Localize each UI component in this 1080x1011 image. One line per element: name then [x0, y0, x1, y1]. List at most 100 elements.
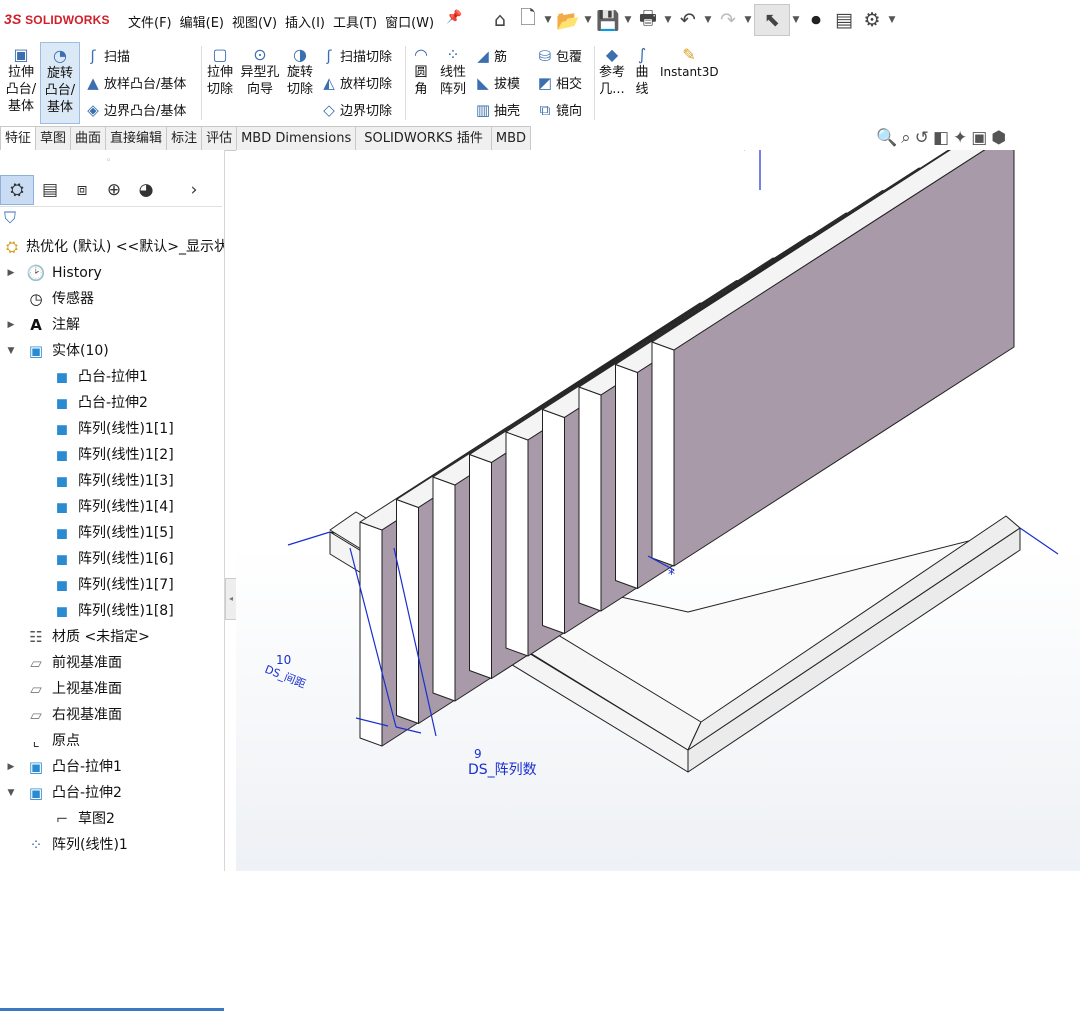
dimension-count-value[interactable]: 9 [474, 747, 482, 761]
undo-icon[interactable]: ↶ [674, 4, 702, 36]
tree-item-body[interactable]: ◼ 阵列(线性)1[6] [0, 546, 224, 572]
rib-button[interactable]: ◢ 筋 [472, 46, 507, 66]
tab-features[interactable]: 特征 [0, 126, 37, 151]
revolve-cut-button[interactable]: ◑ 旋转 切除 [284, 46, 316, 98]
dynamic-annotation-icon[interactable]: ✦ [953, 128, 967, 148]
expand-arrow-icon[interactable]: ▶ [6, 260, 16, 286]
fillet-button[interactable]: ◠ 圆 角 [408, 46, 434, 98]
expand-arrow-icon[interactable]: ▶ [6, 312, 16, 338]
swept-cut-button[interactable]: ʃ 扫描切除 [318, 46, 392, 66]
previous-view-icon[interactable]: ↺ [915, 128, 929, 148]
draft-button[interactable]: ◣ 拔模 [472, 73, 520, 93]
tab-evaluate[interactable]: 评估 [202, 126, 238, 151]
zoom-area-icon[interactable]: ⌕ [901, 128, 911, 148]
tree-item-front-plane[interactable]: ▱ 前视基准面 [0, 650, 224, 676]
fin-edge-face[interactable] [578, 386, 602, 612]
tree-item-body[interactable]: ◼ 阵列(线性)1[1] [0, 416, 224, 442]
tree-root[interactable]: ⛭ 热优化 (默认) <<默认>_显示状 [0, 234, 224, 260]
tree-item-boss-extrude2[interactable]: ▼ ▣ 凸台-拉伸2 [0, 780, 224, 806]
fin-edge-face[interactable] [469, 454, 492, 679]
tree-item-body[interactable]: ◼ 凸台-拉伸1 [0, 364, 224, 390]
expand-arrow-icon[interactable]: ▶ [6, 754, 16, 780]
boundary-cut-button[interactable]: ◇ 边界切除 [318, 100, 392, 120]
file-properties-icon[interactable]: ▤ [830, 4, 858, 36]
select-arrow-icon[interactable]: ⬉ [754, 4, 790, 36]
dimension-spacing-value[interactable]: 10 [276, 653, 291, 667]
tree-item-annotations[interactable]: ▶ A 注解 [0, 312, 224, 338]
tree-item-body[interactable]: ◼ 阵列(线性)1[5] [0, 520, 224, 546]
fin-edge-face[interactable] [396, 499, 419, 724]
solidworks-logo[interactable]: 3S SOLIDWORKS [4, 11, 110, 27]
tab-direct-editing[interactable]: 直接编辑 [106, 126, 168, 151]
tree-item-body[interactable]: ◼ 阵列(线性)1[2] [0, 442, 224, 468]
extrude-cut-button[interactable]: ▢ 拉伸 切除 [204, 46, 236, 98]
mirror-button[interactable]: ⧉ 镜向 [534, 100, 582, 120]
boundary-boss-button[interactable]: ◈ 边界凸台/基体 [82, 100, 186, 120]
menu-insert[interactable]: 插入(I) [285, 12, 325, 31]
tab-mbd-dimensions[interactable]: MBD Dimensions [237, 126, 357, 151]
menu-file[interactable]: 文件(F) [128, 12, 172, 31]
tree-item-sensors[interactable]: ◷ 传感器 [0, 286, 224, 312]
filter-icon[interactable]: ⛉ [4, 208, 16, 228]
open-dropdown-icon[interactable]: ▼ [582, 15, 594, 25]
linear-pattern-button[interactable]: ⁘ 线性 阵列 [436, 46, 470, 98]
hole-wizard-button[interactable]: ⊙ 异型孔 向导 [238, 46, 282, 98]
menu-edit[interactable]: 编辑(E) [180, 12, 224, 31]
fin-edge-face[interactable] [359, 521, 383, 747]
chevron-right-icon[interactable]: › [178, 176, 210, 204]
pin-icon[interactable]: 📌 [446, 10, 462, 25]
tree-item-origin[interactable]: ⌞ 原点 [0, 728, 224, 754]
section-view-icon[interactable]: ◧ [933, 128, 949, 148]
tree-item-body[interactable]: ◼ 凸台-拉伸2 [0, 390, 224, 416]
fin-edge-face[interactable] [505, 431, 529, 657]
select-dropdown-icon[interactable]: ▼ [790, 15, 802, 25]
curves-button[interactable]: ∫ 曲 线 [630, 46, 654, 98]
undo-dropdown-icon[interactable]: ▼ [702, 15, 714, 25]
fin-edge-face[interactable] [432, 476, 456, 702]
collapse-arrow-icon[interactable]: ▼ [6, 338, 16, 364]
tree-item-linear-pattern1[interactable]: ⁘ 阵列(线性)1 [0, 832, 224, 858]
tree-item-body[interactable]: ◼ 阵列(线性)1[4] [0, 494, 224, 520]
save-icon[interactable]: 💾 [594, 4, 622, 36]
display-style-icon[interactable]: ⬢ [991, 128, 1006, 148]
fin-edge-face[interactable] [615, 364, 638, 589]
lofted-cut-button[interactable]: ◭ 放样切除 [318, 73, 392, 93]
tab-surfaces[interactable]: 曲面 [71, 126, 107, 151]
property-manager-tab-icon[interactable]: ▤ [34, 176, 66, 204]
extrude-boss-button[interactable]: ▣ 拉伸 凸台/ 基体 [4, 46, 38, 115]
feature-manager-tab-icon[interactable]: ⛭ [0, 175, 34, 205]
menu-view[interactable]: 视图(V) [232, 12, 277, 31]
redo-icon[interactable]: ↷ [714, 4, 742, 36]
panel-grip-icon[interactable]: ◦ [106, 156, 111, 166]
save-dropdown-icon[interactable]: ▼ [622, 15, 634, 25]
revolve-boss-button[interactable]: ◔ 旋转 凸台/ 基体 [40, 42, 80, 124]
fin-edge-face[interactable] [542, 409, 565, 634]
tree-item-body[interactable]: ◼ 阵列(线性)1[3] [0, 468, 224, 494]
sweep-button[interactable]: ʃ 扫描 [82, 46, 130, 66]
dimxpert-tab-icon[interactable]: ⊕ [98, 176, 130, 204]
tree-item-boss-extrude1[interactable]: ▶ ▣ 凸台-拉伸1 [0, 754, 224, 780]
fin-edge-face[interactable] [651, 341, 675, 567]
tab-markup[interactable]: 标注 [167, 126, 203, 151]
heatsink-model[interactable]: * 10 DS_间距 9 DS_阵列数 [236, 150, 1080, 871]
tree-item-top-plane[interactable]: ▱ 上视基准面 [0, 676, 224, 702]
instant3d-button[interactable]: ✎ Instant3D [660, 46, 719, 81]
collapse-arrow-icon[interactable]: ▼ [6, 780, 16, 806]
loft-boss-button[interactable]: ▲ 放样凸台/基体 [82, 73, 186, 93]
tree-item-history[interactable]: ▶ 🕑 History [0, 260, 224, 286]
tree-item-solid-bodies[interactable]: ▼ ▣ 实体(10) [0, 338, 224, 364]
display-manager-tab-icon[interactable]: ◕ [130, 176, 162, 204]
tab-mbd[interactable]: MBD [491, 126, 532, 151]
zoom-to-fit-icon[interactable]: 🔍 [876, 128, 897, 148]
print-dropdown-icon[interactable]: ▼ [662, 15, 674, 25]
print-icon[interactable]: 🖶 [634, 4, 662, 36]
tab-solidworks-addins[interactable]: SOLIDWORKS 插件 [356, 126, 492, 151]
gear-icon[interactable]: ⚙ [858, 4, 886, 36]
tab-sketch[interactable]: 草图 [36, 126, 72, 151]
menu-window[interactable]: 窗口(W) [385, 12, 434, 31]
tree-item-body[interactable]: ◼ 阵列(线性)1[7] [0, 572, 224, 598]
view-orientation-icon[interactable]: ▣ [971, 128, 987, 148]
options-dropdown-icon[interactable]: ▼ [886, 15, 898, 25]
reference-geometry-button[interactable]: ◆ 参考 几... [597, 46, 627, 98]
graphics-area[interactable]: * 10 DS_间距 9 DS_阵列数 [236, 150, 1080, 871]
